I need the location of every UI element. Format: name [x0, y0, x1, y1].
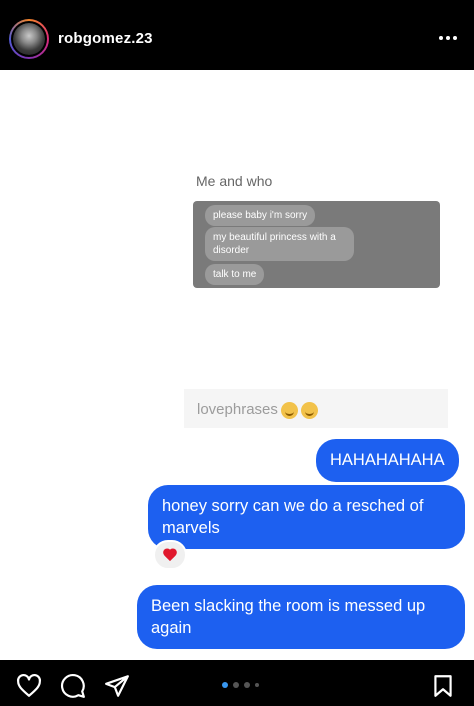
screenshot-title: Me and who [196, 173, 273, 189]
carousel-dot [222, 682, 228, 688]
like-heart-icon[interactable] [16, 673, 42, 699]
carousel-indicator [222, 682, 259, 688]
sent-message: Been slacking the room is messed up agai… [137, 585, 465, 649]
sent-message: HAHAHAHAHA [316, 439, 459, 482]
more-options-icon[interactable] [436, 26, 460, 50]
action-bar [0, 660, 474, 706]
carousel-dot [233, 682, 239, 688]
bookmark-icon[interactable] [430, 673, 456, 699]
post-header: robgomez.23 [0, 0, 474, 70]
carousel-dot [244, 682, 250, 688]
grinning-emoji-icon [280, 401, 298, 419]
heart-reaction-icon [153, 540, 187, 570]
grey-message: talk to me [205, 264, 265, 285]
grey-message: my beautiful princess with a disorder [205, 227, 354, 261]
username[interactable]: robgomez.23 [58, 30, 153, 47]
grinning-emoji-icon [300, 401, 318, 419]
comment-icon[interactable] [60, 673, 86, 699]
share-icon[interactable] [104, 673, 130, 699]
carousel-dot [255, 683, 259, 687]
sent-message: honey sorry can we do a resched of marve… [148, 485, 465, 549]
avatar[interactable] [9, 19, 49, 59]
grey-message: please baby i'm sorry [205, 205, 316, 226]
input-text: lovephrases [197, 401, 318, 419]
